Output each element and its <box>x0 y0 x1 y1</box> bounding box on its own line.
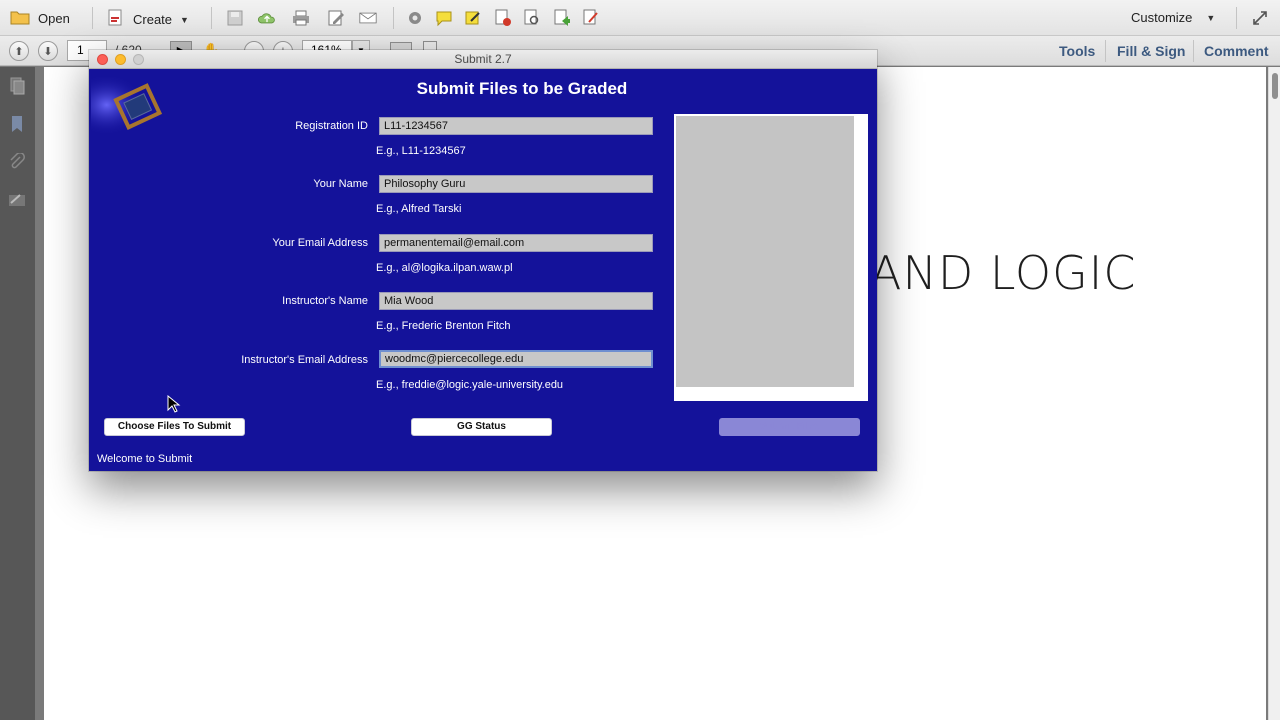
file-list-frame <box>674 114 868 401</box>
instructor-email-label: Instructor's Email Address <box>241 354 368 366</box>
signature-icon[interactable] <box>8 191 26 209</box>
vertical-scrollbar[interactable] <box>1268 67 1280 720</box>
toolbar-divider <box>211 7 212 29</box>
gear-icon[interactable] <box>406 9 424 27</box>
expand-icon[interactable] <box>1251 9 1269 27</box>
choose-files-button[interactable]: Choose Files To Submit <box>104 418 245 436</box>
submit-files-button[interactable]: Submit Files <box>719 418 860 436</box>
your-email-input[interactable]: permanentemail@email.com <box>379 234 653 252</box>
search-page-icon[interactable] <box>523 9 541 27</box>
main-toolbar: Open Create ▼ Customize ▼ <box>0 0 1280 36</box>
pages-thumbnail-icon[interactable] <box>8 77 26 95</box>
your-name-hint: E.g., Alfred Tarski <box>376 203 462 215</box>
next-page-button[interactable]: ⬇ <box>38 41 58 61</box>
instructor-email-hint: E.g., freddie@logic.yale-university.edu <box>376 379 564 391</box>
gg-status-button[interactable]: GG Status <box>411 418 552 436</box>
your-name-label: Your Name <box>313 178 368 190</box>
highlight-icon[interactable] <box>464 9 482 27</box>
customize-label: Customize <box>1131 10 1193 25</box>
submit-form: Submit Files to be Graded Registration I… <box>89 69 877 471</box>
toolbar-divider <box>1105 40 1106 62</box>
status-message: Welcome to Submit <box>97 453 193 465</box>
arrow-down-icon: ⬇ <box>43 45 53 58</box>
close-window-button[interactable] <box>97 54 108 65</box>
file-list-panel[interactable] <box>676 116 854 387</box>
comment-bubble-icon[interactable] <box>435 9 453 27</box>
attachment-icon[interactable] <box>8 152 26 171</box>
cloud-upload-icon[interactable] <box>258 9 280 27</box>
previous-page-button[interactable]: ⬆ <box>9 41 29 61</box>
open-label: Open <box>38 11 70 26</box>
chevron-down-icon: ▼ <box>180 14 189 25</box>
bookmark-icon[interactable] <box>8 115 26 133</box>
scrollbar-thumb[interactable] <box>1272 73 1278 99</box>
submit-window: Submit 2.7 Submit Files to be Graded Reg… <box>89 50 877 471</box>
delete-page-icon[interactable] <box>494 9 512 27</box>
your-name-input[interactable]: Philosophy Guru <box>379 175 653 193</box>
create-button[interactable]: Create ▼ <box>107 9 189 30</box>
folder-icon <box>10 9 30 28</box>
edit-icon[interactable] <box>327 9 345 27</box>
create-label: Create <box>133 12 173 27</box>
window-title-bar[interactable]: Submit 2.7 <box>89 50 877 69</box>
toolbar-divider <box>1236 7 1237 29</box>
chevron-down-icon: ▼ <box>1206 12 1216 23</box>
toolbar-divider <box>92 7 93 29</box>
arrow-up-icon: ⬆ <box>14 45 24 58</box>
create-pdf-icon <box>107 9 125 30</box>
toolbar-divider <box>1193 40 1194 62</box>
comment-link[interactable]: Comment <box>1204 43 1269 59</box>
zoom-window-button[interactable] <box>133 54 144 65</box>
tools-link[interactable]: Tools <box>1059 43 1095 59</box>
sign-page-icon[interactable] <box>582 9 600 27</box>
registration-id-input[interactable]: L11-1234567 <box>379 117 653 135</box>
registration-id-hint: E.g., L11-1234567 <box>376 145 466 157</box>
instructor-email-input[interactable]: woodmc@piercecollege.edu <box>379 350 653 368</box>
save-icon[interactable] <box>226 9 244 27</box>
instructor-name-label: Instructor's Name <box>282 295 368 307</box>
instructor-name-input[interactable]: Mia Wood <box>379 292 653 310</box>
your-email-hint: E.g., al@logika.ilpan.waw.pl <box>376 262 513 274</box>
export-page-icon[interactable] <box>553 9 571 27</box>
print-icon[interactable] <box>292 9 310 27</box>
instructor-name-hint: E.g., Frederic Brenton Fitch <box>376 320 511 332</box>
window-title: Submit 2.7 <box>454 52 512 66</box>
form-title: Submit Files to be Graded <box>416 79 628 98</box>
toolbar-divider <box>393 7 394 29</box>
document-heading: AND LOGIC <box>870 246 1137 300</box>
fill-sign-link[interactable]: Fill & Sign <box>1117 43 1185 59</box>
email-icon[interactable] <box>359 9 381 27</box>
open-button[interactable]: Open <box>10 9 70 28</box>
your-email-label: Your Email Address <box>272 237 368 249</box>
registration-id-label: Registration ID <box>295 120 368 132</box>
navigation-pane <box>0 67 35 720</box>
customize-button[interactable]: Customize ▼ <box>1131 10 1215 25</box>
mouse-pointer-icon <box>167 394 181 413</box>
minimize-window-button[interactable] <box>115 54 126 65</box>
